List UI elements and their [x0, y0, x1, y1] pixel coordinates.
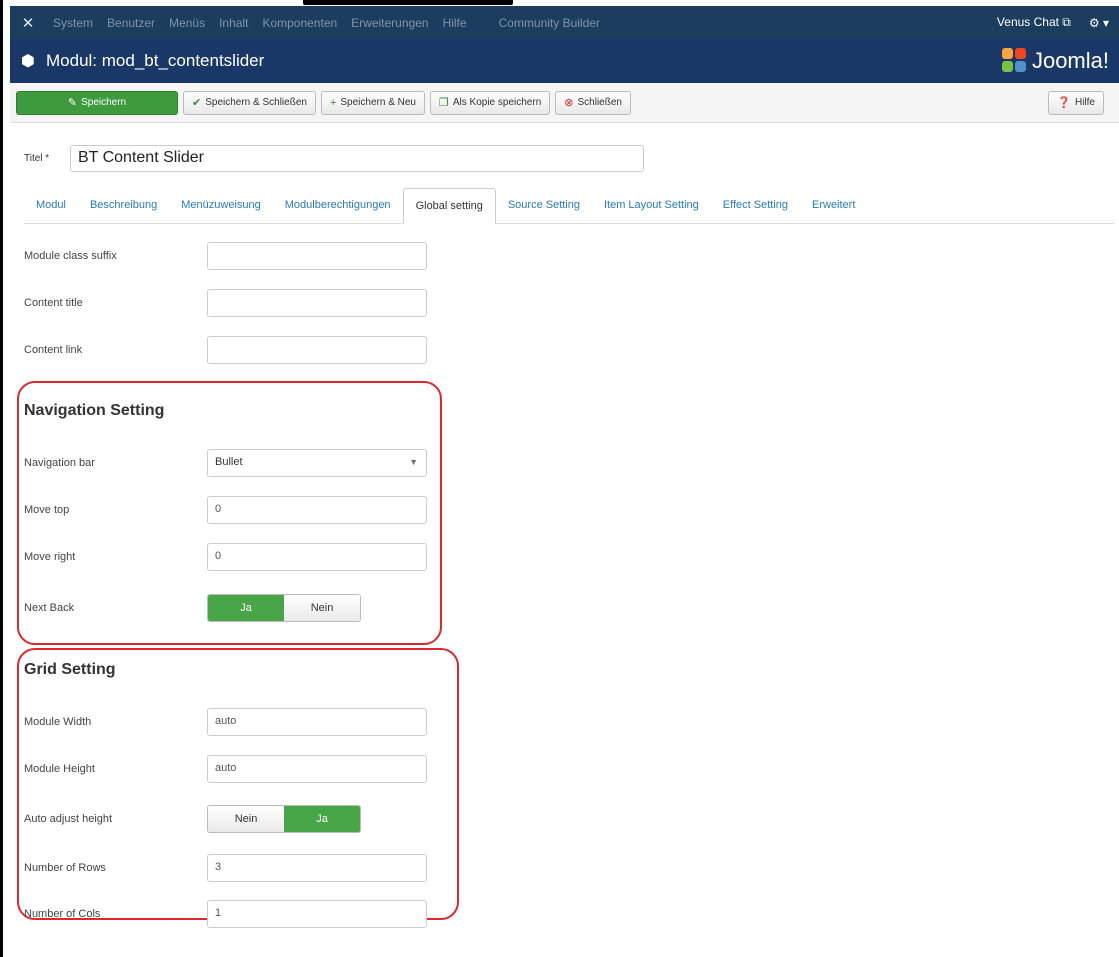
navigation-heading: Navigation Setting — [24, 402, 165, 419]
class-suffix-input[interactable] — [207, 242, 427, 270]
menu-item-inhalt[interactable]: Inhalt — [212, 16, 255, 30]
class-suffix-label: Module class suffix — [24, 250, 117, 262]
menu-item-system[interactable]: System — [46, 16, 100, 30]
page-header: ⬢ Modul: mod_bt_contentslider Joomla! — [10, 39, 1119, 83]
module-height-input[interactable]: auto — [207, 755, 427, 783]
content-link-input[interactable] — [207, 336, 427, 364]
tab-beschreibung[interactable]: Beschreibung — [78, 187, 169, 223]
close-circle-icon: ⊗ — [564, 97, 574, 109]
save-close-button[interactable]: ✔ Speichern & Schließen — [183, 90, 316, 115]
tab-erweitert[interactable]: Erweitert — [800, 187, 867, 223]
title-row: Titel * BT Content Slider — [24, 145, 644, 172]
save-new-button[interactable]: + Speichern & Neu — [320, 90, 425, 115]
rows-label: Number of Rows — [24, 862, 106, 874]
joomla-flower-icon — [1001, 48, 1028, 74]
move-top-label: Move top — [24, 504, 70, 516]
nav-bar-select[interactable]: Bullet ▼ — [207, 449, 427, 477]
frame-left-border — [0, 0, 3, 957]
help-icon: ❓ — [1057, 97, 1071, 109]
check-icon: ✔ — [192, 97, 202, 109]
cols-label: Number of Cols — [24, 908, 101, 920]
main-menu: System Benutzer Menüs Inhalt Komponenten… — [46, 16, 607, 30]
nav-bar-row: Navigation bar Bullet ▼ — [24, 449, 427, 477]
chevron-down-icon: ▼ — [409, 457, 418, 467]
move-top-row: Move top 0 — [24, 496, 427, 524]
joomla-brand-text: Joomla! — [1031, 48, 1109, 73]
menu-item-komponenten[interactable]: Komponenten — [255, 16, 344, 30]
move-right-row: Move right 0 — [24, 543, 427, 571]
module-height-row: Module Height auto — [24, 755, 427, 783]
auto-adjust-label: Auto adjust height — [24, 813, 113, 825]
content-title-label: Content title — [24, 297, 83, 309]
module-width-label: Module Width — [24, 716, 92, 728]
joomla-logo: Joomla! — [1001, 48, 1109, 74]
cube-icon: ⬢ — [21, 53, 35, 70]
help-button[interactable]: ❓ Hilfe — [1048, 90, 1104, 115]
auto-adjust-toggle: Nein Ja — [207, 805, 361, 833]
toolbar: ✎ Speichern ✔ Speichern & Schließen + Sp… — [10, 83, 1119, 123]
menu-item-community-builder[interactable]: Community Builder — [492, 16, 607, 30]
navbar-right: Venus Chat ⧉ ⚙ ▾ — [997, 15, 1119, 30]
tab-source-setting[interactable]: Source Setting — [496, 187, 592, 223]
next-back-toggle: Ja Nein — [207, 594, 361, 622]
module-height-label: Module Height — [24, 763, 95, 775]
auto-adjust-row: Auto adjust height Nein Ja — [24, 805, 361, 833]
title-label: Titel * — [24, 153, 50, 164]
title-input[interactable]: BT Content Slider — [70, 145, 644, 172]
content-title-input[interactable] — [207, 289, 427, 317]
edit-icon: ✎ — [67, 97, 78, 109]
module-width-row: Module Width auto — [24, 708, 427, 736]
nav-bar-label: Navigation bar — [24, 457, 95, 469]
joomla-x-icon[interactable]: ✕ — [10, 14, 46, 32]
cols-row: Number of Cols 1 — [24, 900, 427, 928]
tab-global-setting[interactable]: Global setting — [402, 188, 496, 224]
page-title: Modul: mod_bt_contentslider — [46, 51, 265, 70]
tab-modul[interactable]: Modul — [24, 187, 78, 223]
save-copy-button[interactable]: ❐ Als Kopie speichern — [430, 90, 551, 115]
auto-adjust-ja[interactable]: Ja — [284, 806, 360, 832]
save-button[interactable]: ✎ Speichern — [16, 90, 178, 115]
menu-item-hilfe[interactable]: Hilfe — [436, 16, 474, 30]
rows-input[interactable]: 3 — [207, 854, 427, 882]
next-back-nein[interactable]: Nein — [284, 595, 360, 621]
tab-effect-setting[interactable]: Effect Setting — [711, 187, 800, 223]
next-back-ja[interactable]: Ja — [208, 595, 284, 621]
copy-icon: ❐ — [439, 97, 449, 109]
plus-icon: + — [329, 96, 337, 109]
auto-adjust-nein[interactable]: Nein — [208, 806, 284, 832]
close-button[interactable]: ⊗ Schließen — [555, 90, 631, 115]
move-right-input[interactable]: 0 — [207, 543, 427, 571]
content-link-row: Content link — [24, 336, 427, 364]
tab-modulberechtigungen[interactable]: Modulberechtigungen — [273, 187, 403, 223]
menu-item-erweiterungen[interactable]: Erweiterungen — [344, 16, 435, 30]
next-back-row: Next Back Ja Nein — [24, 594, 361, 622]
top-strip-mark — [303, 0, 513, 5]
content-link-label: Content link — [24, 344, 83, 356]
cols-input[interactable]: 1 — [207, 900, 427, 928]
tab-item-layout-setting[interactable]: Item Layout Setting — [592, 187, 711, 223]
rows-row: Number of Rows 3 — [24, 854, 427, 882]
content-title-row: Content title — [24, 289, 427, 317]
class-suffix-row: Module class suffix — [24, 242, 427, 270]
tab-menuezuweisung[interactable]: Menüzuweisung — [169, 187, 273, 223]
module-width-input[interactable]: auto — [207, 708, 427, 736]
menu-item-menues[interactable]: Menüs — [162, 16, 212, 30]
move-top-input[interactable]: 0 — [207, 496, 427, 524]
next-back-label: Next Back — [24, 602, 75, 614]
tab-bar: Modul Beschreibung Menüzuweisung Modulbe… — [24, 188, 1114, 224]
move-right-label: Move right — [24, 551, 76, 563]
menu-item-benutzer[interactable]: Benutzer — [100, 16, 162, 30]
grid-heading: Grid Setting — [24, 661, 116, 678]
gear-icon[interactable]: ⚙ ▾ — [1089, 16, 1119, 30]
admin-navbar: ✕ System Benutzer Menüs Inhalt Komponent… — [10, 6, 1119, 39]
venus-chat-link[interactable]: Venus Chat ⧉ — [997, 15, 1089, 30]
